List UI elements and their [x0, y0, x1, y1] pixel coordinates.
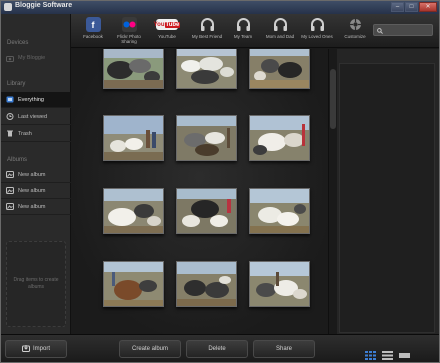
single-view-icon[interactable]	[399, 347, 411, 358]
close-button[interactable]: ✕	[419, 2, 437, 12]
share-friend-button[interactable]: My Best Friend	[187, 17, 227, 39]
grid-view-icon[interactable]	[365, 347, 377, 360]
share-loved-ones-button[interactable]: My Loved Ones	[297, 17, 337, 39]
sidebar: Devices My Bloggie Library Everything La…	[1, 14, 71, 334]
photo-thumbnail[interactable]	[249, 115, 310, 161]
gear-icon	[348, 17, 363, 32]
share-label: My Best Friend	[191, 34, 223, 39]
sidebar-item-album[interactable]: New album	[1, 183, 71, 199]
sidebar-item-label: My Bloggie	[18, 55, 46, 61]
sidebar-item-everything[interactable]: Everything	[1, 92, 71, 108]
facebook-icon: f	[85, 17, 101, 32]
trash-icon	[6, 130, 14, 137]
title-bar: Bloggie Software – □ ✕	[1, 1, 439, 14]
headphones-icon	[200, 17, 215, 32]
sidebar-item-label: Trash	[18, 130, 32, 137]
album-icon	[6, 171, 14, 178]
window-controls: – □ ✕	[391, 2, 437, 12]
photo-thumbnail[interactable]	[249, 188, 310, 234]
preview-panel	[337, 49, 439, 334]
sidebar-item-album[interactable]: New album	[1, 167, 71, 183]
share-flickr-button[interactable]: Flickr Photo Sharing	[109, 17, 149, 44]
scrollbar-thumb[interactable]	[330, 69, 336, 129]
create-album-button[interactable]: Create album	[119, 340, 181, 358]
list-view-icon[interactable]	[382, 347, 394, 360]
album-icon	[6, 187, 14, 194]
import-icon	[21, 344, 30, 354]
search-icon	[377, 21, 383, 39]
photo-thumbnail[interactable]	[176, 49, 237, 89]
sidebar-item-last-viewed[interactable]: Last viewed	[1, 109, 71, 125]
camera-icon	[6, 55, 14, 62]
sidebar-item-label: Everything	[18, 96, 44, 103]
share-facebook-button[interactable]: f Facebook	[73, 17, 113, 39]
sidebar-item-label: New album	[18, 187, 46, 194]
share-label: Mom and Dad	[265, 34, 295, 39]
share-toolbar: f Facebook Flickr Photo Sharing You Tube …	[71, 14, 439, 48]
devices-header: Devices	[7, 40, 29, 46]
flickr-icon	[121, 17, 137, 32]
photo-grid[interactable]	[71, 49, 328, 334]
photo-thumbnail[interactable]	[249, 49, 310, 89]
share-label: YouTube	[158, 34, 176, 39]
bottom-toolbar: Import Create album Delete Share	[1, 334, 439, 362]
headphones-icon	[310, 17, 325, 32]
search-box[interactable]	[373, 24, 433, 36]
photo-thumbnail[interactable]	[103, 261, 164, 307]
share-label: Customize	[344, 34, 366, 39]
photo-thumbnail[interactable]	[249, 261, 310, 307]
import-button[interactable]: Import	[5, 340, 67, 358]
sidebar-item-album[interactable]: New album	[1, 199, 71, 215]
album-drop-zone[interactable]: Drag items to create albums	[6, 241, 66, 327]
sidebar-item-label: New album	[18, 171, 46, 178]
preview-area	[339, 63, 435, 333]
youtube-icon: You Tube	[154, 19, 181, 30]
customize-button[interactable]: Customize	[335, 17, 375, 39]
share-youtube-button[interactable]: You Tube YouTube	[147, 17, 187, 39]
headphones-icon	[236, 17, 251, 32]
photo-thumbnail[interactable]	[103, 49, 164, 89]
everything-icon	[6, 96, 14, 103]
photo-thumbnail[interactable]	[176, 188, 237, 234]
share-label: Flickr Photo Sharing	[117, 34, 141, 44]
library-header: Library	[7, 81, 26, 87]
sidebar-item-label: New album	[18, 203, 46, 210]
window-title: Bloggie Software	[15, 2, 73, 9]
albums-header: Albums	[7, 157, 28, 163]
sidebar-item-trash[interactable]: Trash	[1, 126, 71, 142]
minimize-button[interactable]: –	[391, 2, 404, 12]
search-input[interactable]	[385, 25, 433, 35]
photo-thumbnail[interactable]	[176, 261, 237, 307]
album-icon	[6, 203, 14, 210]
headphones-icon	[273, 17, 288, 32]
photo-thumbnail[interactable]	[103, 188, 164, 234]
share-label: My Loved Ones	[301, 34, 333, 39]
app-window: Bloggie Software – □ ✕ Devices My Bloggi…	[0, 0, 440, 363]
import-label: Import	[32, 346, 50, 352]
photo-thumbnail[interactable]	[103, 115, 164, 161]
delete-button[interactable]: Delete	[186, 340, 248, 358]
maximize-button[interactable]: □	[405, 2, 418, 12]
share-label: My Team	[233, 34, 253, 39]
vertical-scrollbar[interactable]	[328, 49, 337, 334]
photo-thumbnail[interactable]	[176, 115, 237, 161]
clock-icon	[6, 113, 14, 120]
sidebar-item-device[interactable]: My Bloggie	[1, 50, 71, 66]
drop-hint: Drag items to create albums	[13, 277, 59, 290]
share-team-button[interactable]: My Team	[223, 17, 263, 39]
app-icon	[4, 3, 12, 11]
share-label: Facebook	[83, 34, 103, 39]
share-button[interactable]: Share	[253, 340, 315, 358]
sidebar-item-label: Last viewed	[18, 113, 48, 120]
share-parents-button[interactable]: Mom and Dad	[260, 17, 300, 39]
